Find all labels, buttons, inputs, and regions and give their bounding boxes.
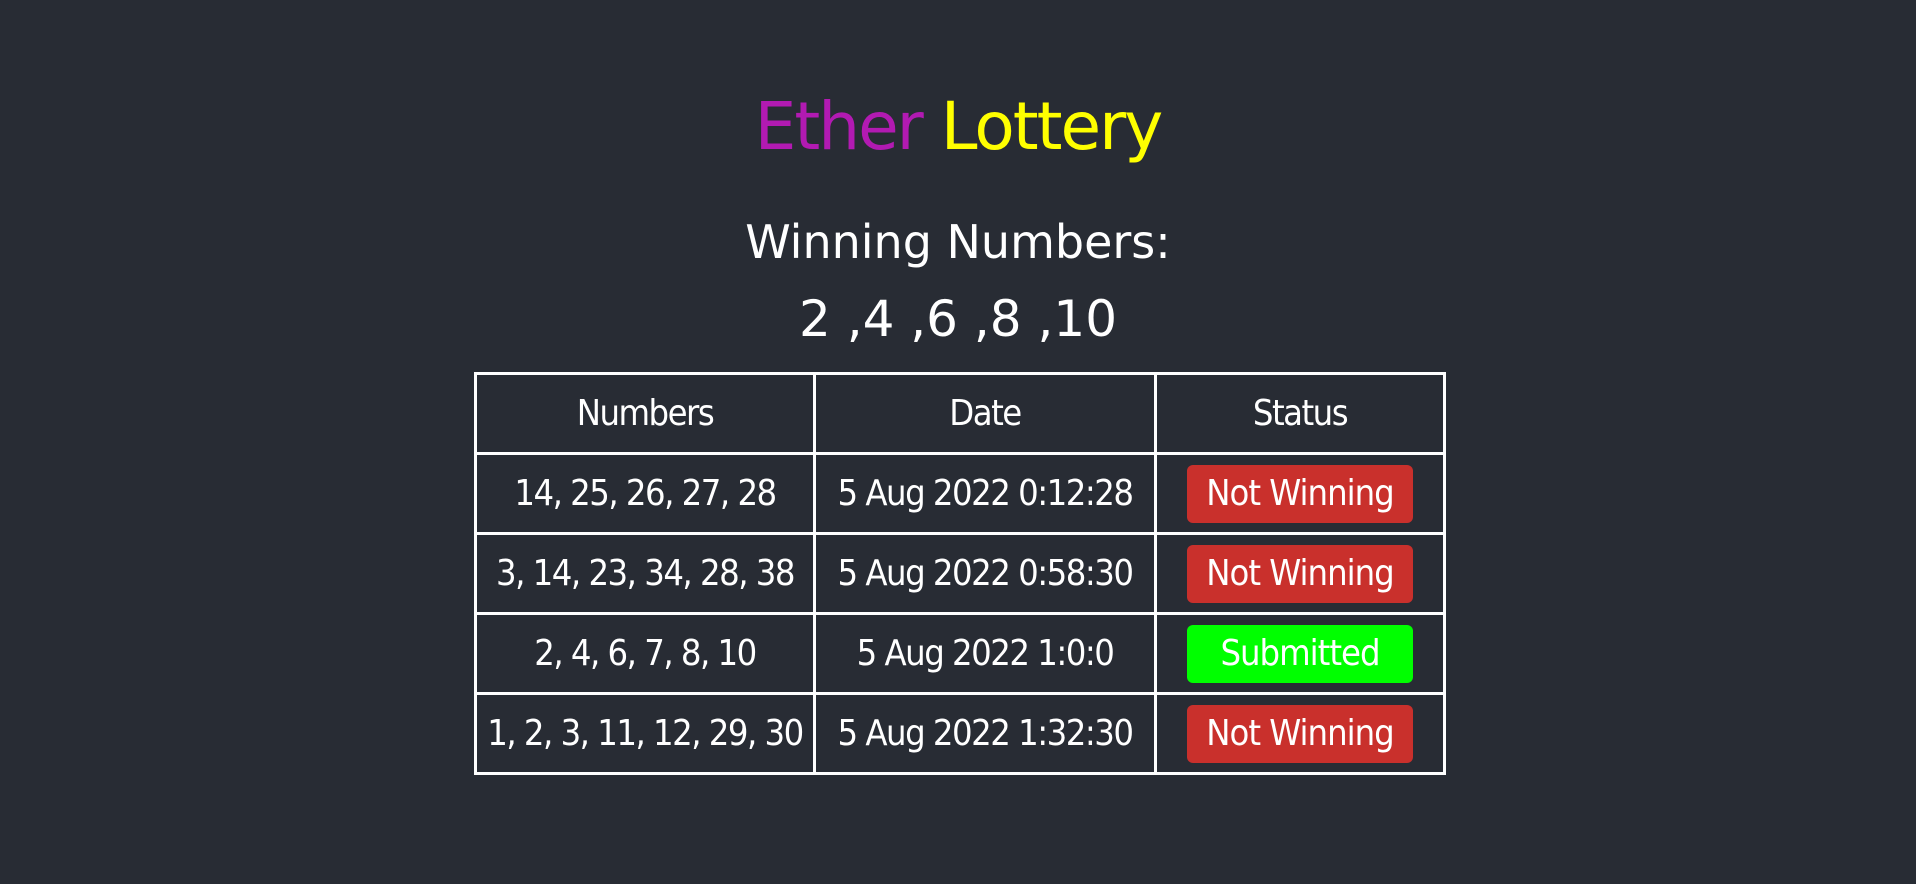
table-row: 1, 2, 3, 11, 12, 29, 30 5 Aug 2022 1:32:… — [474, 692, 1446, 775]
table-header-row: Numbers Date Status — [474, 372, 1446, 455]
title-lottery: Lottery — [940, 88, 1164, 165]
ticket-status-cell: Not Winning — [1154, 692, 1446, 775]
page-title: Ether Lottery — [0, 82, 1916, 172]
ticket-date: 5 Aug 2022 0:58:30 — [813, 532, 1157, 615]
table-row: 2, 4, 6, 7, 8, 10 5 Aug 2022 1:0:0 Submi… — [474, 612, 1446, 695]
tickets-table: Numbers Date Status 14, 25, 26, 27, 28 5… — [474, 372, 1446, 775]
status-badge: Not Winning — [1187, 704, 1413, 763]
header-numbers: Numbers — [474, 372, 816, 455]
ticket-numbers: 3, 14, 23, 34, 28, 38 — [474, 532, 816, 615]
ticket-date: 5 Aug 2022 0:12:28 — [813, 452, 1157, 535]
ticket-status-cell: Submitted — [1154, 612, 1446, 695]
header-date: Date — [813, 372, 1157, 455]
ticket-date: 5 Aug 2022 1:32:30 — [813, 692, 1157, 775]
ticket-date: 5 Aug 2022 1:0:0 — [813, 612, 1157, 695]
winning-numbers-value: 2 ,4 ,6 ,8 ,10 — [798, 290, 1118, 348]
status-badge: Not Winning — [1187, 544, 1413, 603]
table-row: 3, 14, 23, 34, 28, 38 5 Aug 2022 0:58:30… — [474, 532, 1446, 615]
ticket-numbers: 14, 25, 26, 27, 28 — [474, 452, 816, 535]
ticket-numbers: 2, 4, 6, 7, 8, 10 — [474, 612, 816, 695]
ticket-status-cell: Not Winning — [1154, 452, 1446, 535]
winning-numbers-label: Winning Numbers: — [745, 215, 1171, 269]
ticket-numbers: 1, 2, 3, 11, 12, 29, 30 — [474, 692, 816, 775]
header-status: Status — [1154, 372, 1446, 455]
table-row: 14, 25, 26, 27, 28 5 Aug 2022 0:12:28 No… — [474, 452, 1446, 535]
title-ether: Ether — [754, 88, 924, 165]
status-badge: Submitted — [1187, 624, 1413, 683]
ticket-status-cell: Not Winning — [1154, 532, 1446, 615]
status-badge: Not Winning — [1187, 464, 1413, 523]
